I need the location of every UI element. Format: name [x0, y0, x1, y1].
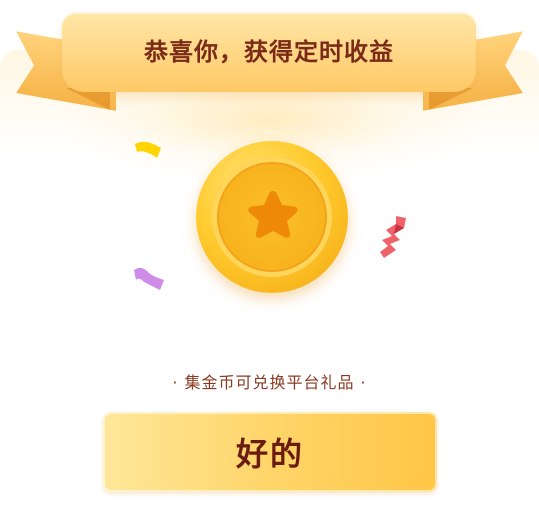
star-icon: [248, 191, 298, 238]
confetti-yellow-icon: [135, 141, 161, 158]
confetti-purple-icon: [134, 267, 164, 290]
subtitle-label: 集金币可兑换平台礼品: [184, 373, 355, 392]
ok-button[interactable]: 好的: [103, 412, 437, 492]
dialog-title: 恭喜你，获得定时收益: [144, 37, 394, 66]
subtitle-dot-right: ·: [360, 373, 367, 392]
subtitle-text: · 集金币可兑换平台礼品 ·: [0, 369, 539, 393]
title-ribbon: 恭喜你，获得定时收益: [62, 12, 476, 92]
ok-button-label: 好的: [235, 435, 304, 473]
gold-coin: [196, 141, 348, 293]
subtitle-dot-left: ·: [172, 373, 179, 392]
confetti-red-icon: [380, 216, 406, 258]
reward-dialog: 恭喜你，获得定时收益 · 集金币可兑换平台礼品 · 好的: [0, 0, 539, 520]
coin-inner-ring: [212, 157, 332, 277]
